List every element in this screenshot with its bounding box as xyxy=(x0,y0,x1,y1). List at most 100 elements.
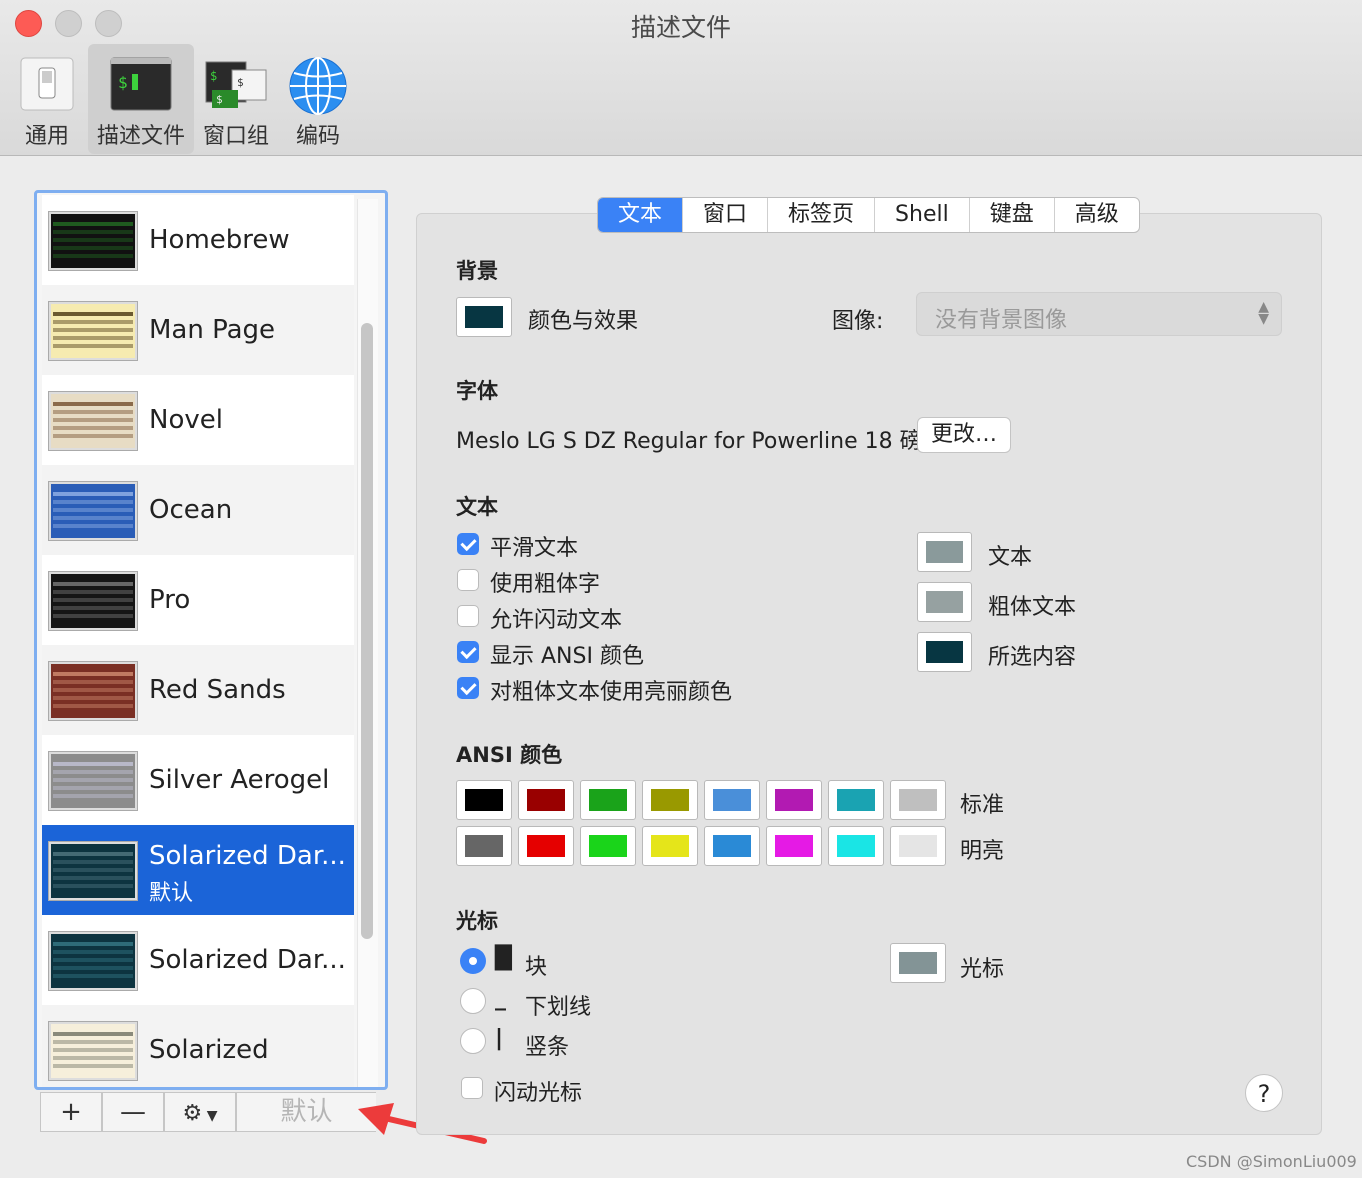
tab-item[interactable]: 窗口 xyxy=(683,198,769,232)
profile-default-badge: 默认 xyxy=(149,881,194,906)
thumbnail-line xyxy=(53,312,133,316)
remove-profile-button[interactable]: — xyxy=(102,1092,164,1132)
window-group-icon: $ $ $ xyxy=(205,61,267,108)
text-option-label: 显示 ANSI 颜色 xyxy=(490,644,644,669)
tab-item[interactable]: 文本 xyxy=(598,198,684,232)
toolbar-profiles[interactable]: $ 描述文件 xyxy=(88,44,194,154)
ansi-color-well[interactable] xyxy=(456,826,512,866)
tab-item[interactable]: Shell xyxy=(875,198,970,232)
change-font-button[interactable]: 更改… xyxy=(917,417,1011,453)
profile-item[interactable]: Red Sands xyxy=(42,645,354,735)
toolbar-window-groups[interactable]: $ $ $ 窗口组 xyxy=(198,44,274,154)
profile-item[interactable]: Solarized Dar... 默认 xyxy=(42,825,354,915)
ansi-color-well[interactable] xyxy=(704,780,760,820)
thumbnail-line xyxy=(53,516,133,520)
ansi-color-well[interactable] xyxy=(642,780,698,820)
help-button[interactable]: ? xyxy=(1245,1074,1283,1112)
color-fill xyxy=(713,789,751,811)
ansi-color-well[interactable] xyxy=(766,780,822,820)
image-label: 图像: xyxy=(832,309,884,334)
text-option-checkbox[interactable] xyxy=(457,677,479,699)
cursor-style-radio[interactable] xyxy=(460,948,486,974)
cursor-style-radio[interactable] xyxy=(460,1028,486,1054)
color-fill xyxy=(775,789,813,811)
profile-item[interactable]: Man Page xyxy=(42,285,354,375)
thumbnail-line xyxy=(53,974,133,978)
text-option-checkbox[interactable] xyxy=(457,569,479,591)
profile-name-text: Solarized Ligh... xyxy=(149,1035,269,1065)
ansi-color-well[interactable] xyxy=(766,826,822,866)
profile-thumbnail xyxy=(48,571,138,631)
text-color-label: 所选内容 xyxy=(988,645,1077,670)
ansi-color-well[interactable] xyxy=(580,826,636,866)
cursor-color-well[interactable] xyxy=(890,943,946,983)
cursor-heading: 光标 xyxy=(456,909,498,933)
profile-name-text: Red Sands xyxy=(149,675,286,705)
tab-item[interactable]: 高级 xyxy=(1055,198,1139,232)
thumbnail-line xyxy=(53,852,133,856)
thumbnail-line xyxy=(53,762,133,766)
ansi-color-well[interactable] xyxy=(580,780,636,820)
thumbnail-line xyxy=(53,614,133,618)
color-fill xyxy=(651,835,689,857)
blink-cursor-checkbox[interactable] xyxy=(461,1077,483,1099)
profile-name: Silver Aerogel xyxy=(149,735,329,825)
svg-text:$: $ xyxy=(216,93,223,106)
toolbar-general[interactable]: 通用 xyxy=(12,44,82,154)
thumbnail-line xyxy=(53,238,133,242)
tab-item[interactable]: 键盘 xyxy=(970,198,1055,232)
background-color-well[interactable] xyxy=(456,297,512,337)
cursor-glyph: | xyxy=(495,1026,504,1051)
ansi-color-well[interactable] xyxy=(456,780,512,820)
cursor-style-label: 竖条 xyxy=(525,1035,570,1060)
ansi-color-well[interactable] xyxy=(890,780,946,820)
color-fill xyxy=(775,835,813,857)
text-color-well[interactable] xyxy=(917,632,972,672)
text-option-checkbox[interactable] xyxy=(457,605,479,627)
background-image-select[interactable]: 没有背景图像 ▲ ▼ xyxy=(916,292,1282,336)
profile-item[interactable]: Ocean xyxy=(42,465,354,555)
ansi-color-well[interactable] xyxy=(518,826,574,866)
toolbar-encodings[interactable]: 编码 xyxy=(282,44,354,154)
cursor-style-radio[interactable] xyxy=(460,988,486,1014)
add-profile-button[interactable]: + xyxy=(40,1092,102,1132)
ansi-color-well[interactable] xyxy=(828,780,884,820)
profile-item[interactable]: Solarized Dar... xyxy=(42,915,354,1005)
thumbnail-line xyxy=(53,606,133,610)
profile-item[interactable]: Novel xyxy=(42,375,354,465)
tab-item[interactable]: 标签页 xyxy=(768,198,876,232)
color-fill xyxy=(465,789,503,811)
svg-text:$: $ xyxy=(118,73,128,92)
profile-name: Pro xyxy=(149,555,190,645)
thumbnail-line xyxy=(53,492,133,496)
profile-item[interactable]: Homebrew xyxy=(42,195,354,285)
profile-item[interactable]: Silver Aerogel xyxy=(42,735,354,825)
ansi-color-well[interactable] xyxy=(704,826,760,866)
text-option-checkbox[interactable] xyxy=(457,641,479,663)
actions-menu-button[interactable]: ⚙ ▼ xyxy=(164,1092,236,1132)
profile-list[interactable]: Homebrew Man Page Novel Ocean Pro Red Sands Si… xyxy=(42,195,354,1087)
background-image-value: 没有背景图像 xyxy=(935,308,1068,333)
thumbnail-line xyxy=(53,524,133,528)
profile-name-text: Homebrew xyxy=(149,225,290,255)
ansi-color-well[interactable] xyxy=(890,826,946,866)
profile-thumbnail xyxy=(48,1021,138,1081)
profile-item[interactable]: Solarized Ligh... xyxy=(42,1005,354,1087)
text-color-well[interactable] xyxy=(917,532,972,572)
cursor-glyph: █ xyxy=(495,946,512,971)
profile-name: Solarized Dar... xyxy=(149,915,346,1005)
color-fill xyxy=(589,835,627,857)
color-fill xyxy=(713,835,751,857)
profile-item[interactable]: Pro xyxy=(42,555,354,645)
thumbnail-line xyxy=(53,942,133,946)
thumbnail-line xyxy=(53,434,133,438)
ansi-color-well[interactable] xyxy=(518,780,574,820)
thumbnail-line xyxy=(53,778,133,782)
scroll-thumb[interactable] xyxy=(361,323,373,939)
text-option-checkbox[interactable] xyxy=(457,533,479,555)
ansi-color-well[interactable] xyxy=(642,826,698,866)
text-color-well[interactable] xyxy=(917,582,972,622)
color-fill xyxy=(837,835,875,857)
globe-icon xyxy=(289,57,347,115)
ansi-color-well[interactable] xyxy=(828,826,884,866)
